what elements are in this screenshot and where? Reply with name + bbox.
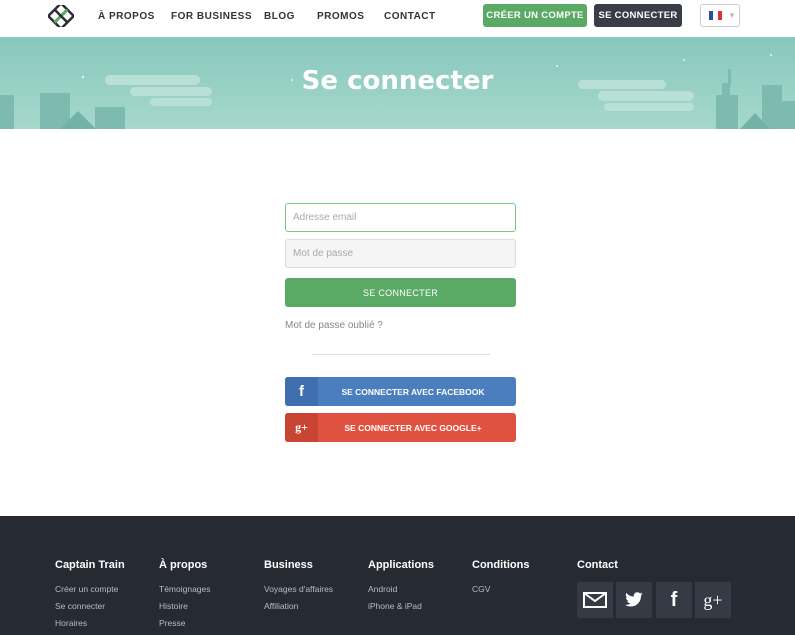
google-plus-icon[interactable]: g+ — [695, 582, 731, 618]
footer-link[interactable]: Témoignages — [159, 584, 211, 601]
google-plus-icon: g+ — [285, 413, 318, 442]
divider — [312, 354, 490, 355]
footer-col-a-propos: À propos Témoignages Histoire Presse — [159, 559, 211, 635]
nav-contact[interactable]: CONTACT — [384, 11, 436, 22]
footer-link[interactable]: Voyages d'affaires — [264, 584, 333, 601]
nav-for-business[interactable]: FOR BUSINESS — [171, 11, 252, 22]
footer-col-applications: Applications Android iPhone & iPad — [368, 559, 434, 618]
footer-heading: Business — [264, 559, 313, 571]
google-login-button[interactable]: g+ SE CONNECTER AVEC GOOGLE+ — [285, 413, 516, 442]
login-submit-button[interactable]: SE CONNECTER — [285, 278, 516, 307]
footer: Captain Train Créer un compte Se connect… — [0, 516, 795, 635]
footer-link[interactable]: iPhone & iPad — [368, 601, 434, 618]
footer-heading: Captain Train — [55, 559, 125, 571]
footer-heading: Conditions — [472, 559, 530, 571]
login-header-button[interactable]: SE CONNECTER — [594, 4, 682, 27]
email-field[interactable] — [285, 203, 516, 232]
nav-a-propos[interactable]: À PROPOS — [98, 11, 155, 22]
facebook-login-button[interactable]: f SE CONNECTER AVEC FACEBOOK — [285, 377, 516, 406]
nav-promos[interactable]: PROMOS — [317, 11, 364, 22]
footer-link[interactable]: Horaires — [55, 618, 125, 635]
footer-heading: À propos — [159, 559, 208, 571]
forgot-password-link[interactable]: Mot de passe oublié ? — [285, 320, 383, 331]
facebook-icon: f — [285, 377, 318, 406]
footer-heading: Applications — [368, 559, 435, 571]
footer-col-contact: Contact — [577, 559, 618, 584]
google-login-label: SE CONNECTER AVEC GOOGLE+ — [344, 422, 482, 433]
page-title: Se connecter — [301, 66, 494, 96]
footer-col-business: Business Voyages d'affaires Affiliation — [264, 559, 333, 618]
page-banner: Se connecter — [0, 37, 795, 129]
footer-link[interactable]: CGV — [472, 584, 529, 601]
password-field[interactable] — [285, 239, 516, 268]
create-account-button[interactable]: CRÉER UN COMPTE — [483, 4, 587, 27]
chevron-down-icon: ▼ — [728, 11, 736, 20]
language-selector[interactable]: ▼ — [700, 4, 740, 27]
mail-icon[interactable] — [577, 582, 613, 618]
nav-blog[interactable]: BLOG — [264, 11, 295, 22]
footer-link[interactable]: Créer un compte — [55, 584, 125, 601]
footer-col-captain-train: Captain Train Créer un compte Se connect… — [55, 559, 125, 635]
france-flag-icon — [709, 11, 722, 20]
captain-train-logo[interactable] — [48, 5, 74, 27]
footer-link[interactable]: Presse — [159, 618, 211, 635]
facebook-icon[interactable]: f — [656, 582, 692, 618]
footer-link[interactable]: Se connecter — [55, 601, 125, 618]
footer-link[interactable]: Android — [368, 584, 434, 601]
top-navbar: À PROPOS FOR BUSINESS BLOG PROMOS CONTAC… — [0, 0, 795, 37]
facebook-login-label: SE CONNECTER AVEC FACEBOOK — [341, 386, 485, 397]
footer-col-conditions: Conditions CGV — [472, 559, 529, 601]
footer-link[interactable]: Histoire — [159, 601, 211, 618]
footer-heading: Contact — [577, 559, 618, 571]
footer-link[interactable]: Affiliation — [264, 601, 333, 618]
twitter-icon[interactable] — [616, 582, 652, 618]
